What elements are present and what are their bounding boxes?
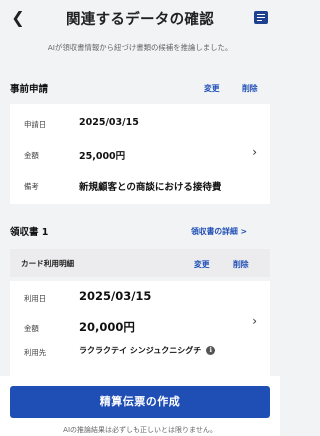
info-icon[interactable]: i — [206, 346, 216, 355]
application-date-label: 申請日 — [24, 120, 47, 129]
create-settlement-slip-button[interactable]: 精算伝票の作成 — [10, 386, 270, 418]
pre-application-header: 事前申請 変更 削除 — [0, 80, 280, 95]
ai-disclaimer: AIの推論結果は必ずしも正しいとは限りません。 — [63, 426, 217, 434]
card-statement-title: カード利用明細 — [21, 259, 75, 268]
pre-application-title: 事前申請 — [10, 84, 49, 95]
page-title: 関連するデータの確認 — [66, 12, 214, 28]
footer: 精算伝票の作成 AIの推論結果は必ずしも正しいとは限りません。 — [0, 376, 280, 436]
memo-icon — [257, 14, 265, 16]
pre-application-change-button[interactable]: 変更 — [204, 83, 220, 94]
back-button[interactable]: ❮ — [8, 8, 28, 28]
pre-application-card[interactable]: 申請日 2025/03/15 金額 25,000円 › 備考 新規顧客との商談に… — [10, 104, 270, 204]
remarks-value: 新規顧客との商談における接待費 — [79, 182, 222, 193]
receipt-change-button[interactable]: 変更 — [194, 259, 210, 270]
receipt-title: 領収書 1 — [10, 227, 49, 238]
amount-value: 20,000円 — [79, 320, 135, 334]
receipt-card[interactable]: 利用日 2025/03/15 金額 20,000円 › 利用先 ラクラクテイ シ… — [10, 281, 270, 376]
receipt-header: 領収書 1 領収書の詳細 > — [0, 224, 280, 238]
memo-icon-line — [257, 20, 262, 22]
amount-label: 金額 — [24, 151, 39, 160]
card-statement-header: カード利用明細 変更 削除 — [10, 249, 270, 277]
merchant-value: ラクラクテイ シンジュクニシグチ i — [79, 345, 216, 356]
merchant-label: 利用先 — [24, 348, 47, 357]
remarks-label: 備考 — [24, 182, 39, 191]
header: ❮ 関連するデータの確認 AIが領収書情報から紐づけ書類の候補を推論しました。 — [0, 0, 280, 64]
amount-value: 25,000円 — [79, 151, 126, 162]
usage-date-label: 利用日 — [24, 294, 47, 303]
amount-label: 金額 — [24, 324, 39, 333]
application-date-value: 2025/03/15 — [79, 117, 139, 128]
page-subtitle: AIが領収書情報から紐づけ書類の候補を推論しました。 — [47, 43, 233, 52]
receipt-detail-link[interactable]: 領収書の詳細 > — [191, 226, 247, 237]
receipt-delete-button[interactable]: 削除 — [233, 259, 249, 270]
usage-date-value: 2025/03/15 — [79, 289, 152, 303]
chevron-right-icon: › — [252, 145, 257, 159]
chevron-right-icon: › — [252, 314, 257, 328]
chevron-left-icon: ❮ — [11, 8, 25, 27]
memo-icon-line — [257, 17, 265, 19]
merchant-name: ラクラクテイ シンジュクニシグチ — [79, 346, 202, 355]
pre-application-delete-button[interactable]: 削除 — [242, 83, 258, 94]
memo-button[interactable] — [254, 11, 268, 24]
